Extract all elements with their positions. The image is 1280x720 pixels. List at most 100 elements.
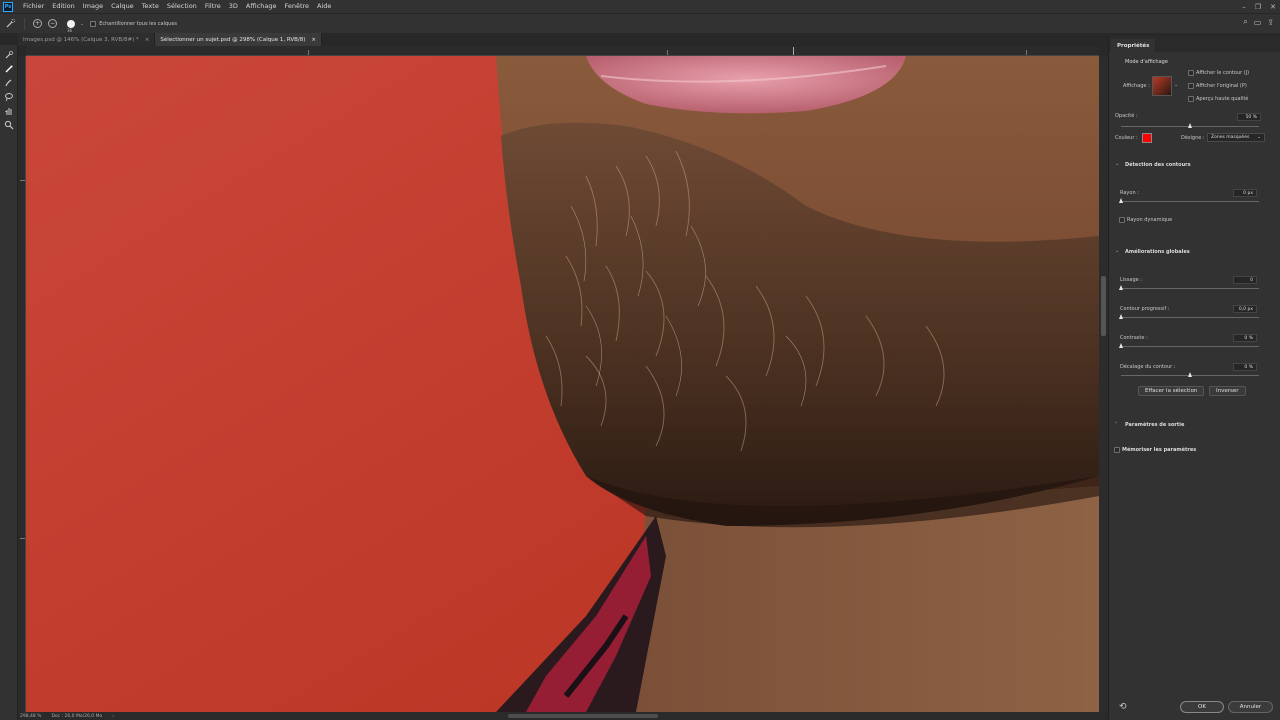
photo-bearded-chin	[26, 56, 1099, 712]
tab-close-icon[interactable]: ×	[145, 37, 150, 43]
workspace-icon[interactable]: ▭	[1254, 18, 1262, 27]
indicates-dropdown[interactable]: Zones masquées ⌄	[1207, 133, 1265, 142]
close-window-icon[interactable]: ✕	[1270, 3, 1276, 11]
smart-radius-checkbox[interactable]	[1119, 217, 1125, 223]
add-to-selection-icon[interactable]: +	[33, 19, 42, 28]
tab-images-psd[interactable]: Images.psd @ 146% (Calque 3, RVB/8#) * ×	[18, 33, 156, 46]
feather-value[interactable]: 0,0 px	[1233, 305, 1257, 313]
opacity-value[interactable]: 50 %	[1237, 113, 1261, 121]
indicates-value: Zones masquées	[1211, 135, 1250, 140]
quick-selection-icon[interactable]	[3, 49, 15, 60]
show-edge-label: Afficher le contour (J)	[1196, 70, 1250, 76]
output-settings-title[interactable]: Paramètres de sortie	[1125, 422, 1184, 428]
menu-filtre[interactable]: Filtre	[201, 0, 225, 13]
minimize-icon[interactable]: –	[1242, 3, 1246, 11]
show-edge-checkbox[interactable]	[1188, 70, 1194, 76]
properties-panel: Propriétés Mode d'affichage Affichage : …	[1108, 36, 1280, 720]
menu-aide[interactable]: Aide	[313, 0, 335, 13]
show-original-label: Afficher l'original (P)	[1196, 83, 1247, 89]
chevron-down-icon[interactable]: ⌄	[1115, 161, 1119, 167]
status-arrow-icon[interactable]: ›	[112, 714, 114, 719]
shift-edge-value[interactable]: 0 %	[1233, 363, 1257, 371]
restore-icon[interactable]: ❐	[1255, 3, 1261, 11]
menu-texte[interactable]: Texte	[138, 0, 163, 13]
feather-slider-track[interactable]	[1121, 317, 1259, 318]
contrast-label: Contraste :	[1120, 335, 1148, 341]
color-swatch[interactable]	[1142, 133, 1152, 143]
doc-size: Doc : 26,0 Mo/26,0 Mo	[51, 713, 103, 719]
view-mode-title: Mode d'affichage	[1125, 59, 1168, 65]
menu-3d[interactable]: 3D	[225, 0, 242, 13]
menu-calque[interactable]: Calque	[107, 0, 138, 13]
reset-icon[interactable]: ⟲	[1119, 702, 1127, 712]
ok-button[interactable]: OK	[1180, 701, 1224, 713]
invert-button[interactable]: Inverser	[1209, 386, 1246, 396]
brush-preview-icon[interactable]: 36	[67, 19, 75, 33]
chevron-down-icon[interactable]: ⌄	[1174, 82, 1178, 88]
contrast-slider-track[interactable]	[1121, 346, 1259, 347]
feather-slider-knob[interactable]	[1118, 314, 1123, 319]
hq-preview-label: Aperçu haute qualité	[1196, 96, 1249, 102]
shift-edge-slider-knob[interactable]	[1187, 372, 1192, 377]
tab-selectionner-sujet[interactable]: Sélectionner un sujet.psd @ 298% (Calque…	[155, 33, 323, 46]
lasso-icon[interactable]	[3, 91, 15, 102]
shift-edge-label: Décalage du contour :	[1120, 364, 1176, 370]
hand-icon[interactable]	[3, 105, 15, 116]
tools-panel	[0, 45, 18, 720]
panel-tabstrip: Propriétés	[1109, 36, 1280, 52]
vertical-scrollbar[interactable]	[1099, 56, 1108, 712]
radius-value[interactable]: 0 px	[1233, 189, 1257, 197]
quick-selection-tool-icon[interactable]	[4, 18, 16, 30]
chevron-down-icon[interactable]: ⌄	[1115, 248, 1119, 254]
contrast-slider-knob[interactable]	[1118, 343, 1123, 348]
display-label: Affichage :	[1123, 83, 1150, 89]
smooth-value[interactable]: 0	[1233, 276, 1257, 284]
vertical-scroll-thumb[interactable]	[1101, 276, 1106, 336]
tab-label: Images.psd @ 146% (Calque 3, RVB/8#) *	[23, 36, 139, 43]
chevron-down-icon[interactable]: ⌄	[80, 21, 84, 27]
tab-close-icon[interactable]: ×	[311, 37, 316, 43]
ruler-vertical	[18, 56, 26, 712]
ruler-horizontal	[26, 46, 1099, 56]
tab-properties[interactable]: Propriétés	[1111, 39, 1156, 52]
sample-all-layers-label: Echantillonner tous les calques	[99, 20, 178, 27]
clear-selection-button[interactable]: Effacer la sélection	[1138, 386, 1205, 396]
menu-selection[interactable]: Sélection	[163, 0, 201, 13]
opacity-label: Opacité :	[1115, 113, 1138, 119]
radius-label: Rayon :	[1120, 190, 1139, 196]
smooth-slider-track[interactable]	[1121, 288, 1259, 289]
refine-edge-brush-icon[interactable]	[3, 63, 15, 74]
brush-icon[interactable]	[3, 77, 15, 88]
document-canvas[interactable]	[26, 56, 1099, 712]
zoom-icon[interactable]	[3, 119, 15, 130]
remember-settings-checkbox[interactable]	[1114, 447, 1120, 453]
document-tabs: Images.psd @ 146% (Calque 3, RVB/8#) * ×…	[18, 33, 1108, 46]
subtract-from-selection-icon[interactable]: −	[48, 19, 57, 28]
menu-edition[interactable]: Edition	[48, 0, 79, 13]
menu-fichier[interactable]: Fichier	[19, 0, 48, 13]
radius-slider-knob[interactable]	[1118, 198, 1123, 203]
chevron-right-icon[interactable]: ›	[1115, 420, 1117, 426]
show-original-checkbox[interactable]	[1188, 83, 1194, 89]
hq-preview-checkbox[interactable]	[1188, 96, 1194, 102]
global-refinements-title[interactable]: Améliorations globales	[1125, 249, 1190, 255]
sample-all-layers-checkbox[interactable]	[90, 20, 97, 27]
share-icon[interactable]: ⇪	[1267, 18, 1274, 27]
contrast-value[interactable]: 0 %	[1233, 334, 1257, 342]
menu-affichage[interactable]: Affichage	[242, 0, 281, 13]
zoom-level[interactable]: 298,48 %	[20, 714, 41, 719]
horizontal-scroll-thumb[interactable]	[508, 714, 658, 718]
search-icon[interactable]: ⌕	[1243, 17, 1247, 27]
radius-slider-track[interactable]	[1121, 201, 1259, 202]
status-bar: 298,48 % Doc : 26,0 Mo/26,0 Mo ›	[18, 712, 1108, 720]
edge-detection-title[interactable]: Détection des contours	[1125, 162, 1191, 168]
menu-image[interactable]: Image	[79, 0, 107, 13]
menu-fenetre[interactable]: Fenêtre	[280, 0, 313, 13]
smooth-slider-knob[interactable]	[1118, 285, 1123, 290]
cancel-button[interactable]: Annuler	[1228, 701, 1273, 713]
photoshop-logo: Ps	[3, 1, 13, 12]
opacity-slider-knob[interactable]	[1187, 123, 1192, 128]
remember-settings-label: Mémoriser les paramètres	[1122, 447, 1197, 453]
indicates-label: Désigne :	[1181, 135, 1205, 141]
view-mode-thumbnail[interactable]	[1152, 76, 1172, 96]
